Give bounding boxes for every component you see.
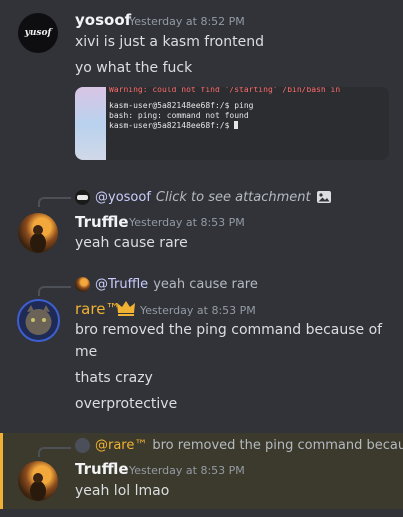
reply-text[interactable]: Click to see attachment	[156, 190, 311, 205]
message-truffle-1: @yosoof Click to see attachment Truffle …	[0, 185, 403, 255]
terminal-cursor	[234, 121, 239, 129]
reply-text[interactable]: bro removed the ping command becau...	[152, 438, 403, 453]
timestamp: Yesterday at 8:53 PM	[129, 464, 245, 477]
reply-author[interactable]: @rare™	[95, 438, 147, 453]
author-name[interactable]: Truffle	[75, 213, 129, 231]
message-text: thats crazy	[75, 370, 153, 386]
reply-author[interactable]: @yosoof	[95, 190, 151, 205]
message-text: overprotective	[75, 396, 178, 412]
reply-author[interactable]: @Truffle	[95, 277, 148, 292]
terminal-line: kasm-user@5a82148ee68f:/$	[109, 121, 389, 131]
avatar-yosoof[interactable]: yusof	[18, 13, 58, 53]
author-name[interactable]: rare™	[75, 300, 120, 318]
reply-spine	[38, 197, 71, 207]
crown-icon	[116, 299, 136, 317]
image-attachment[interactable]: Warning: could not find '/starting' /bin…	[75, 87, 389, 160]
message-rare: @Truffle yeah cause rare rare™ Yesterday…	[0, 274, 403, 424]
timestamp: Yesterday at 8:53 PM	[129, 216, 245, 229]
reply-avatar	[75, 277, 90, 292]
timestamp: Yesterday at 8:53 PM	[140, 304, 256, 317]
author-name[interactable]: Truffle	[75, 460, 129, 478]
terminal-line: bash: ping: command not found	[109, 111, 249, 120]
reply-preview[interactable]: @yosoof Click to see attachment	[75, 189, 332, 205]
message-text: xivi is just a kasm frontend	[75, 34, 264, 50]
avatar-rare[interactable]	[17, 299, 60, 342]
terminal-sidebar	[75, 87, 106, 160]
timestamp: Yesterday at 8:52 PM	[129, 15, 245, 28]
avatar-truffle[interactable]	[18, 461, 58, 501]
message-yosoof: yusof yosoof Yesterday at 8:52 PM xivi i…	[0, 0, 403, 170]
reply-spine	[38, 286, 71, 296]
terminal-screenshot: Warning: could not find '/starting' /bin…	[106, 87, 389, 160]
message-text: yeah lol lmao	[75, 483, 170, 499]
message-truffle-2: @rare™ bro removed the ping command beca…	[0, 436, 403, 509]
terminal-warning: Warning: could not find '/starting' /bin…	[109, 87, 341, 94]
message-text: bro removed the ping command because of	[75, 322, 383, 338]
reply-avatar	[75, 438, 90, 453]
reply-preview[interactable]: @Truffle yeah cause rare	[75, 277, 258, 292]
reply-avatar	[75, 189, 90, 205]
reply-text[interactable]: yeah cause rare	[153, 277, 258, 292]
author-name[interactable]: yosoof	[75, 11, 131, 29]
image-icon	[316, 189, 332, 205]
avatar-logo: yusof	[24, 28, 52, 38]
terminal-line: kasm-user@5a82148ee68f:/$ ping	[109, 101, 254, 110]
message-text: yeah cause rare	[75, 235, 188, 251]
avatar-truffle[interactable]	[18, 213, 58, 253]
reply-preview[interactable]: @rare™ bro removed the ping command beca…	[75, 438, 403, 453]
reply-spine	[38, 447, 71, 457]
message-text: yo what the fuck	[75, 60, 193, 76]
message-text: me	[75, 344, 98, 360]
